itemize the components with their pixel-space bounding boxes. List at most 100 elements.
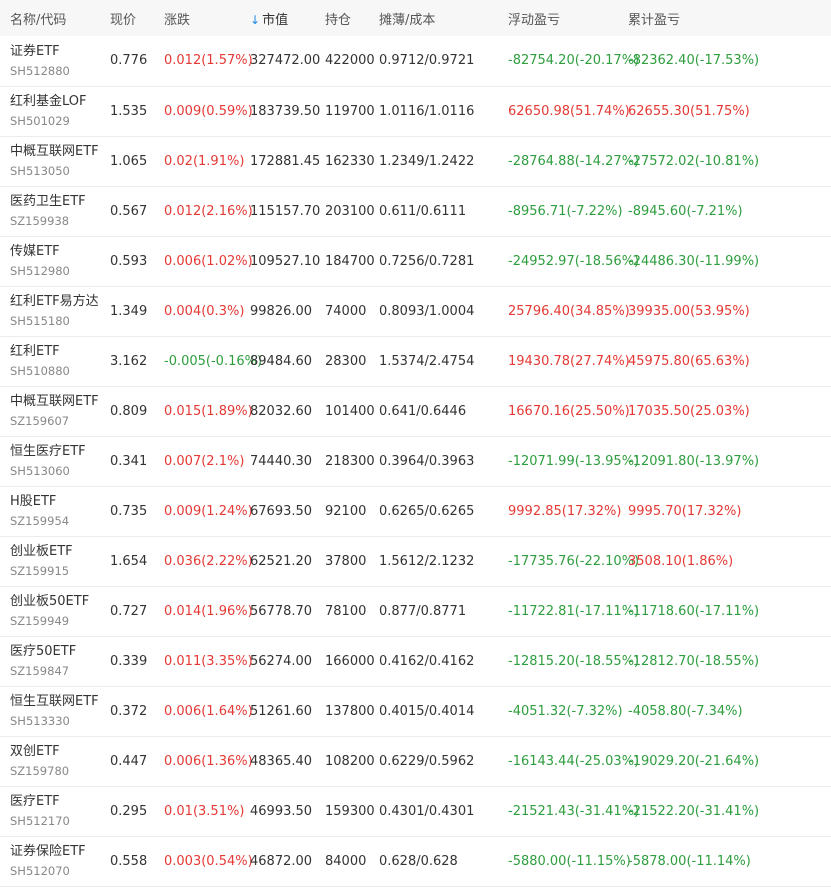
header-price[interactable]: 现价	[100, 0, 150, 36]
float-pl-cell: -5880.00(-11.15%)	[508, 853, 631, 869]
holding-cell: 108200	[325, 753, 375, 769]
header-change[interactable]: 涨跌	[150, 0, 240, 36]
name-code-cell: 医疗ETF SH512170	[0, 786, 100, 836]
change-cell: 0.006(1.36%)	[164, 753, 253, 769]
table-row[interactable]: 医药卫生ETF SZ159938 0.567 0.012(2.16%) 115157.7…	[0, 186, 831, 236]
table-row[interactable]: 红利基金LOF SH501029 1.535 0.009(0.59%) 183739.5…	[0, 86, 831, 136]
change-cell: 0.007(2.1%)	[164, 453, 245, 469]
cost-cell: 0.877/0.8771	[379, 603, 467, 619]
market-value-cell: 46993.50	[250, 803, 313, 819]
fund-code: SZ159938	[10, 214, 70, 228]
table-row[interactable]: H股ETF SZ159954 0.735 0.009(1.24%) 67693.50 92…	[0, 486, 831, 536]
fund-name[interactable]: 红利ETF	[10, 343, 100, 360]
fund-code: SZ159607	[10, 414, 70, 428]
market-value-cell: 46872.00	[250, 853, 313, 869]
table-row[interactable]: 传媒ETF SH512980 0.593 0.006(1.02%) 109527.10 1…	[0, 236, 831, 286]
total-pl-cell: -27572.02(-10.81%)	[628, 153, 760, 169]
fund-name[interactable]: 恒生互联网ETF	[10, 693, 100, 710]
table-row[interactable]: 恒生互联网ETF SH513330 0.372 0.006(1.64%) 51261.6…	[0, 686, 831, 736]
fund-name[interactable]: 证券保险ETF	[10, 843, 100, 860]
fund-name[interactable]: 中概互联网ETF	[10, 143, 100, 160]
float-pl-cell: -12815.20(-18.55%)	[508, 653, 640, 669]
name-code-cell: 中概互联网ETF SZ159607	[0, 386, 100, 436]
table-row[interactable]: 证券保险ETF SH512070 0.558 0.003(0.54%) 46872.00…	[0, 836, 831, 886]
fund-name[interactable]: 医疗50ETF	[10, 643, 100, 660]
float-pl-cell: 9992.85(17.32%)	[508, 503, 622, 519]
fund-name[interactable]: 创业板ETF	[10, 543, 100, 560]
fund-name[interactable]: 中概互联网ETF	[10, 393, 100, 410]
cost-cell: 0.4015/0.4014	[379, 703, 475, 719]
fund-code: SH512880	[10, 63, 70, 78]
holding-cell: 74000	[325, 303, 367, 319]
table-row[interactable]: 医疗50ETF SZ159847 0.339 0.011(3.35%) 56274.00…	[0, 636, 831, 686]
price-cell: 0.295	[110, 803, 148, 819]
fund-name[interactable]: 红利基金LOF	[10, 93, 100, 110]
table-row[interactable]: 创业板50ETF SZ159949 0.727 0.014(1.96%) 56778.7…	[0, 586, 831, 636]
price-cell: 3.162	[110, 353, 148, 369]
header-name-code[interactable]: 名称/代码	[0, 0, 100, 36]
total-pl-cell: 39935.00(53.95%)	[628, 303, 750, 319]
float-pl-cell: -16143.44(-25.03%)	[508, 753, 640, 769]
price-cell: 0.558	[110, 853, 148, 869]
price-cell: 0.447	[110, 753, 148, 769]
change-cell: 0.011(3.35%)	[164, 653, 253, 669]
table-row[interactable]: 中概互联网ETF SZ159607 0.809 0.015(1.89%) 82032.6…	[0, 386, 831, 436]
total-pl-cell: -11718.60(-17.11%)	[628, 603, 760, 619]
header-total-pl[interactable]: 累计盈亏	[616, 0, 831, 36]
float-pl-cell: -24952.97(-18.56%)	[508, 253, 640, 269]
table-row[interactable]: 红利ETF SH510880 3.162 -0.005(-0.16%) 89484.60…	[0, 336, 831, 386]
table-row[interactable]: 中概互联网ETF SH513050 1.065 0.02(1.91%) 172881.4…	[0, 136, 831, 186]
cost-cell: 0.641/0.6446	[379, 403, 467, 419]
table-row[interactable]: 双创ETF SZ159780 0.447 0.006(1.36%) 48365.40 10…	[0, 736, 831, 786]
cost-cell: 0.4301/0.4301	[379, 803, 475, 819]
price-cell: 0.372	[110, 703, 148, 719]
header-market-value[interactable]: ↓ 市值	[240, 0, 308, 36]
float-pl-cell: 19430.78(27.74%)	[508, 353, 630, 369]
total-pl-cell: -82362.40(-17.53%)	[628, 53, 760, 69]
price-cell: 0.809	[110, 403, 148, 419]
fund-code: SZ159780	[10, 764, 70, 778]
fund-name[interactable]: 双创ETF	[10, 743, 100, 760]
holding-cell: 92100	[325, 503, 367, 519]
fund-code: SH510880	[10, 364, 70, 378]
fund-name[interactable]: 传媒ETF	[10, 243, 100, 260]
header-cost[interactable]: 摊薄/成本	[368, 0, 488, 36]
fund-name[interactable]: 创业板50ETF	[10, 593, 100, 610]
table-row[interactable]: 红利ETF易方达 SH515180 1.349 0.004(0.3%) 99826.00…	[0, 286, 831, 336]
price-cell: 1.535	[110, 103, 148, 119]
holding-cell: 166000	[325, 653, 375, 669]
fund-name[interactable]: 红利ETF易方达	[10, 293, 100, 310]
fund-name[interactable]: H股ETF	[10, 493, 100, 510]
header-holding[interactable]: 持仓	[308, 0, 368, 36]
holding-cell: 28300	[325, 353, 367, 369]
change-cell: 0.009(0.59%)	[164, 103, 253, 119]
name-code-cell: 恒生互联网ETF SH513330	[0, 686, 100, 736]
name-code-cell: 双创ETF SZ159780	[0, 736, 100, 786]
cost-cell: 1.0116/1.0116	[379, 103, 475, 119]
price-cell: 0.593	[110, 253, 148, 269]
fund-name[interactable]: 恒生医疗ETF	[10, 443, 100, 460]
table-row[interactable]: 证券ETF SH512880 0.776 0.012(1.57%) 327472.00 4…	[0, 36, 831, 86]
header-float-pl[interactable]: 浮动盈亏	[488, 0, 616, 36]
price-cell: 0.735	[110, 503, 148, 519]
float-pl-cell: -8956.71(-7.22%)	[508, 203, 623, 219]
price-cell: 1.654	[110, 553, 148, 569]
market-value-cell: 56274.00	[250, 653, 313, 669]
cost-cell: 0.611/0.6111	[379, 203, 467, 219]
fund-name[interactable]: 医疗ETF	[10, 793, 100, 810]
table-row[interactable]: 创业板ETF SZ159915 1.654 0.036(2.22%) 62521.20 3…	[0, 536, 831, 586]
float-pl-cell: -17735.76(-22.10%)	[508, 553, 640, 569]
cost-cell: 1.5374/2.4754	[379, 353, 475, 369]
table-row[interactable]: 恒生医疗ETF SH513060 0.341 0.007(2.1%) 74440.30 2…	[0, 436, 831, 486]
holdings-table: 名称/代码 现价 涨跌 ↓ 市值 持仓 摊薄/成本 浮动盈亏 累计盈亏 证券ETF…	[0, 0, 831, 887]
price-cell: 0.776	[110, 53, 148, 69]
holding-cell: 137800	[325, 703, 375, 719]
fund-name[interactable]: 医药卫生ETF	[10, 193, 100, 210]
table-row[interactable]: 医疗ETF SH512170 0.295 0.01(3.51%) 46993.50 159…	[0, 786, 831, 836]
table-header: 名称/代码 现价 涨跌 ↓ 市值 持仓 摊薄/成本 浮动盈亏 累计盈亏	[0, 0, 831, 36]
holding-cell: 84000	[325, 853, 367, 869]
total-pl-cell: 9995.70(17.32%)	[628, 503, 742, 519]
fund-code: SH513060	[10, 464, 70, 478]
holding-cell: 37800	[325, 553, 367, 569]
fund-name[interactable]: 证券ETF	[10, 43, 100, 60]
